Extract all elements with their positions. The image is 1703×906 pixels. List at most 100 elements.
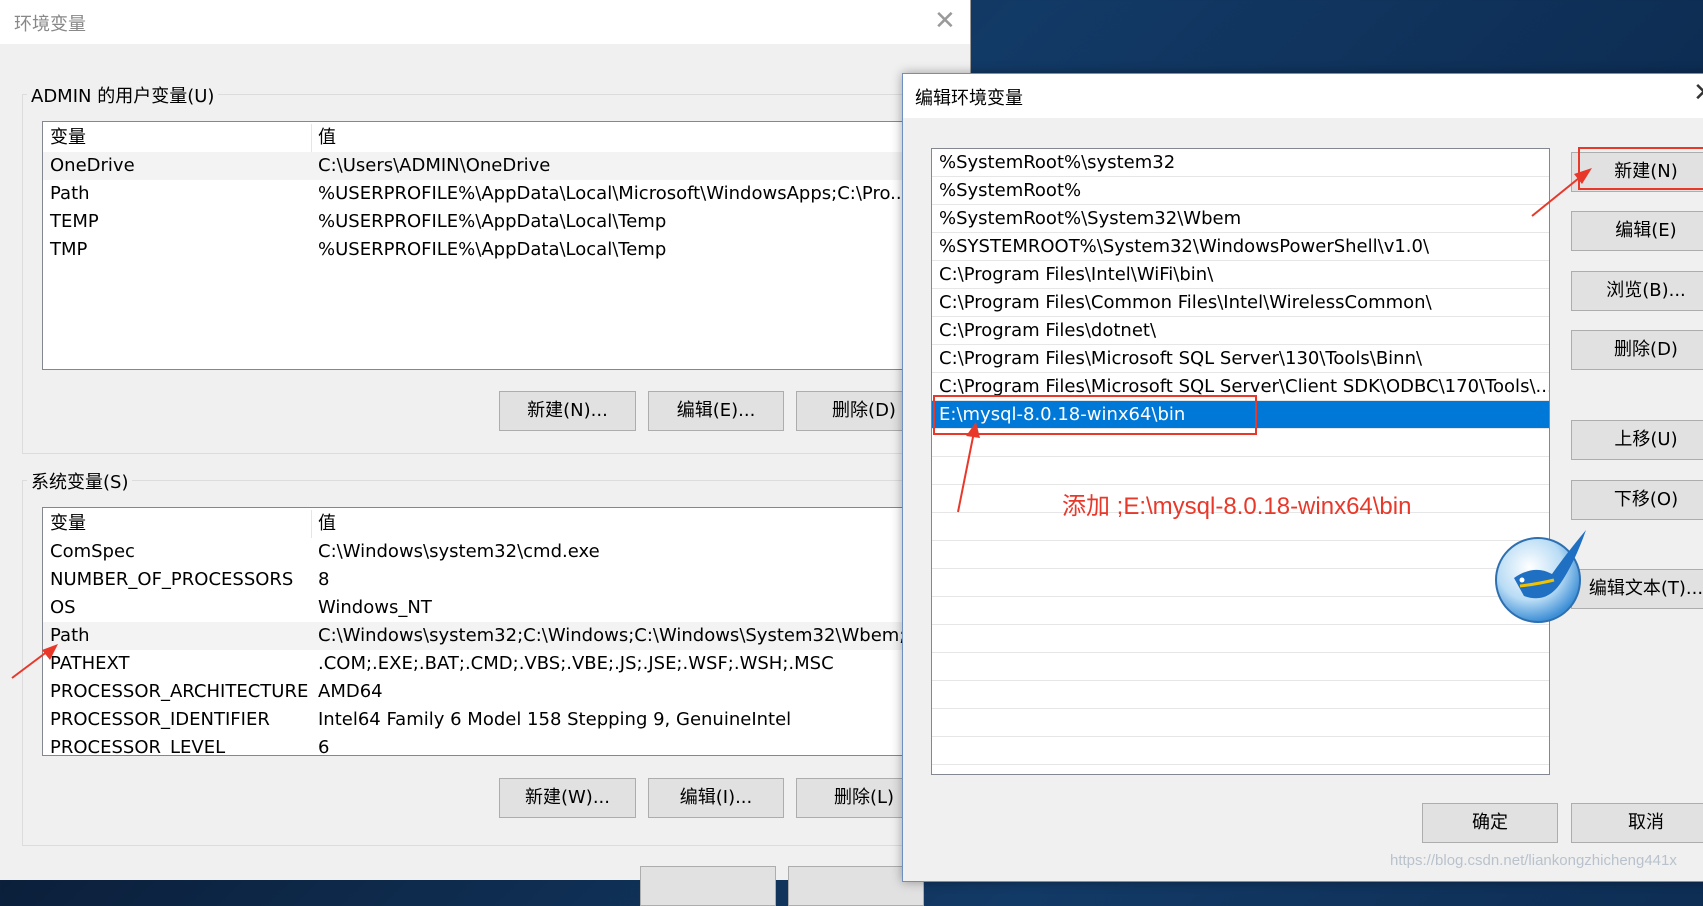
table-row[interactable]: PROCESSOR_IDENTIFIER Intel64 Family 6 Mo… xyxy=(43,706,923,734)
empty-list-row[interactable] xyxy=(932,597,1549,625)
table-row[interactable]: OS Windows_NT xyxy=(43,594,923,622)
close-icon[interactable]: ✕ xyxy=(1693,78,1703,108)
edit-environment-variable-dialog: 编辑环境变量 ✕ %SystemRoot%\system32 %SystemRo… xyxy=(902,73,1703,882)
empty-list-row[interactable] xyxy=(932,429,1549,457)
variable-value: 8 xyxy=(318,569,330,590)
header-variable[interactable]: 变量 xyxy=(50,124,86,152)
variable-name: NUMBER_OF_PROCESSORS xyxy=(50,569,294,590)
system-edit-button[interactable]: 编辑(I)... xyxy=(648,778,784,818)
variable-value: Intel64 Family 6 Model 158 Stepping 9, G… xyxy=(318,709,792,730)
empty-list-row[interactable] xyxy=(932,541,1549,569)
path-entry: C:\Program Files\Microsoft SQL Server\13… xyxy=(939,348,1423,369)
header-value[interactable]: 值 xyxy=(318,510,336,538)
system-variables-list[interactable]: 变量 值 ComSpec C:\Windows\system32\cmd.exe… xyxy=(42,507,924,756)
list-item[interactable]: C:\Program Files\Microsoft SQL Server\13… xyxy=(932,345,1549,373)
table-row[interactable]: OneDrive C:\Users\ADMIN\OneDrive xyxy=(43,152,923,180)
browse-button[interactable]: 浏览(B)... xyxy=(1571,271,1703,311)
system-new-button[interactable]: 新建(W)... xyxy=(499,778,636,818)
variable-value: 6 xyxy=(318,737,330,756)
dialog-title-bar: 编辑环境变量 ✕ xyxy=(903,74,1703,118)
table-row[interactable]: TMP %USERPROFILE%\AppData\Local\Temp xyxy=(43,236,923,264)
path-entry: C:\Program Files\Intel\WiFi\bin\ xyxy=(939,264,1214,285)
variable-name: PROCESSOR_IDENTIFIER xyxy=(50,709,270,730)
path-entries-list[interactable]: %SystemRoot%\system32 %SystemRoot% %Syst… xyxy=(931,148,1550,775)
header-variable[interactable]: 变量 xyxy=(50,510,86,538)
add-path-annotation: 添加 ;E:\mysql-8.0.18-winx64\bin xyxy=(1062,493,1412,520)
table-row[interactable]: NUMBER_OF_PROCESSORS 8 xyxy=(43,566,923,594)
table-row[interactable]: ComSpec C:\Windows\system32\cmd.exe xyxy=(43,538,923,566)
close-icon[interactable]: ✕ xyxy=(934,6,956,36)
list-item[interactable]: C:\Program Files\Intel\WiFi\bin\ xyxy=(932,261,1549,289)
variable-value: .COM;.EXE;.BAT;.CMD;.VBS;.VBE;.JS;.JSE;.… xyxy=(318,653,834,674)
table-row[interactable]: PROCESSOR_ARCHITECTURE AMD64 xyxy=(43,678,923,706)
list-item[interactable]: C:\Program Files\Microsoft SQL Server\Cl… xyxy=(932,373,1549,401)
selected-list-item[interactable]: E:\mysql-8.0.18-winx64\bin xyxy=(932,401,1549,429)
title-bar: 环境变量 ✕ xyxy=(0,0,970,44)
path-entry: %SYSTEMROOT%\System32\WindowsPowerShell\… xyxy=(939,236,1430,257)
move-up-button[interactable]: 上移(U) xyxy=(1571,420,1703,460)
table-row[interactable]: Path C:\Windows\system32;C:\Windows;C:\W… xyxy=(43,622,923,650)
path-entry: %SystemRoot% xyxy=(939,180,1082,201)
variable-value: %USERPROFILE%\AppData\Local\Microsoft\Wi… xyxy=(318,183,908,204)
dialog-title: 编辑环境变量 xyxy=(915,88,1023,109)
variable-name: PROCESSOR_LEVEL xyxy=(50,737,226,756)
list-item[interactable]: %SystemRoot%\system32 xyxy=(932,149,1549,177)
empty-list-row[interactable] xyxy=(932,625,1549,653)
list-item[interactable]: %SystemRoot%\System32\Wbem xyxy=(932,205,1549,233)
empty-list-row[interactable] xyxy=(932,737,1549,765)
variable-value: C:\Windows\system32;C:\Windows;C:\Window… xyxy=(318,625,923,646)
list-item[interactable]: %SYSTEMROOT%\System32\WindowsPowerShell\… xyxy=(932,233,1549,261)
variable-value: C:\Users\ADMIN\OneDrive xyxy=(318,155,551,176)
table-row[interactable]: TEMP %USERPROFILE%\AppData\Local\Temp xyxy=(43,208,923,236)
bird-logo-icon xyxy=(1495,530,1586,623)
main-ok-button[interactable] xyxy=(640,866,776,906)
edit-path-button[interactable]: 编辑(E) xyxy=(1571,211,1703,251)
list-item[interactable]: %SystemRoot% xyxy=(932,177,1549,205)
window-title: 环境变量 xyxy=(14,14,86,35)
variable-name: OneDrive xyxy=(50,155,135,176)
variable-name: ComSpec xyxy=(50,541,135,562)
path-entry: %SystemRoot%\System32\Wbem xyxy=(939,208,1242,229)
cancel-button[interactable]: 取消 xyxy=(1571,803,1703,843)
empty-list-row[interactable] xyxy=(932,709,1549,737)
variable-name: PATHEXT xyxy=(50,653,130,674)
list-item[interactable]: C:\Program Files\Common Files\Intel\Wire… xyxy=(932,289,1549,317)
delete-path-button[interactable]: 删除(D) xyxy=(1571,330,1703,370)
path-entry: C:\Program Files\Microsoft SQL Server\Cl… xyxy=(939,376,1550,397)
variable-value: Windows_NT xyxy=(318,597,432,618)
table-row[interactable]: Path %USERPROFILE%\AppData\Local\Microso… xyxy=(43,180,923,208)
path-entry: %SystemRoot%\system32 xyxy=(939,152,1176,173)
variable-name: Path xyxy=(50,625,90,646)
variable-value: AMD64 xyxy=(318,681,383,702)
variable-name: Path xyxy=(50,183,90,204)
move-down-button[interactable]: 下移(O) xyxy=(1571,480,1703,520)
table-row[interactable]: PATHEXT .COM;.EXE;.BAT;.CMD;.VBS;.VBE;.J… xyxy=(43,650,923,678)
ok-button[interactable]: 确定 xyxy=(1422,803,1558,843)
user-new-button[interactable]: 新建(N)... xyxy=(499,391,636,431)
variable-value: %USERPROFILE%\AppData\Local\Temp xyxy=(318,239,667,260)
variable-name: PROCESSOR_ARCHITECTURE xyxy=(50,681,309,702)
variable-value: %USERPROFILE%\AppData\Local\Temp xyxy=(318,211,667,232)
path-entry: C:\Program Files\Common Files\Intel\Wire… xyxy=(939,292,1432,313)
path-entry[interactable]: E:\mysql-8.0.18-winx64\bin xyxy=(939,401,1185,429)
list-header: 变量 值 xyxy=(43,510,923,538)
header-divider xyxy=(311,510,312,538)
user-edit-button[interactable]: 编辑(E)... xyxy=(648,391,784,431)
list-item[interactable]: C:\Program Files\dotnet\ xyxy=(932,317,1549,345)
empty-list-row[interactable] xyxy=(932,681,1549,709)
empty-list-row[interactable] xyxy=(932,653,1549,681)
user-variables-list[interactable]: 变量 值 OneDrive C:\Users\ADMIN\OneDrive Pa… xyxy=(42,121,924,370)
table-row[interactable]: PROCESSOR_LEVEL 6 xyxy=(43,734,923,756)
system-variables-label: 系统变量(S) xyxy=(27,468,133,494)
user-variables-label: ADMIN 的用户变量(U) xyxy=(27,82,219,108)
empty-list-row[interactable] xyxy=(932,457,1549,485)
variable-name: OS xyxy=(50,597,76,618)
variable-name: TMP xyxy=(50,239,88,260)
new-path-button[interactable]: 新建(N) xyxy=(1571,152,1703,192)
header-value[interactable]: 值 xyxy=(318,124,336,152)
environment-variables-window: 环境变量 ✕ ADMIN 的用户变量(U) 变量 值 OneDrive C:\U… xyxy=(0,0,971,906)
header-divider xyxy=(311,124,312,152)
watermark: https://blog.csdn.net/liankongzhicheng44… xyxy=(1390,852,1677,869)
empty-list-row[interactable] xyxy=(932,569,1549,597)
variable-value: C:\Windows\system32\cmd.exe xyxy=(318,541,600,562)
